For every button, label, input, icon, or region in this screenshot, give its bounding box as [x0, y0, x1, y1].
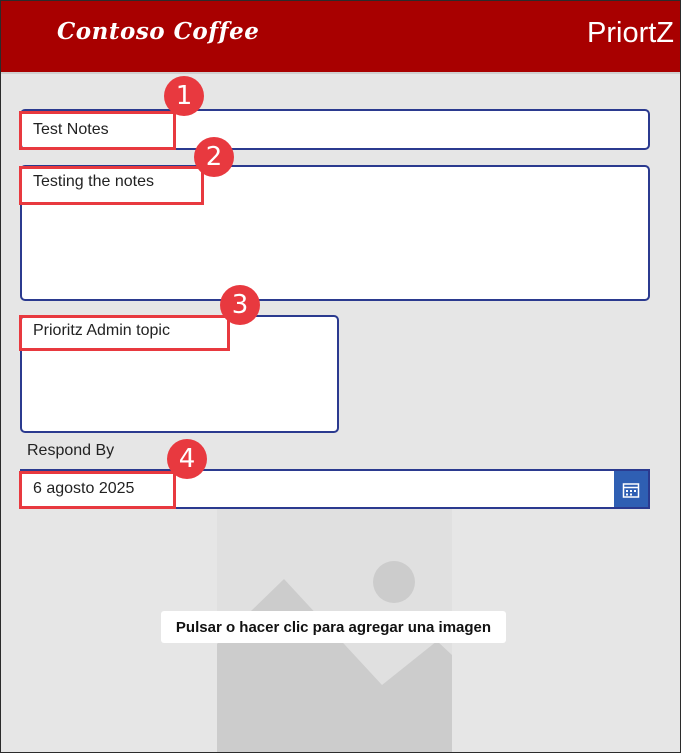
- screen-title: PriortZ: [587, 17, 674, 49]
- annotation-badge-2: 2: [194, 137, 234, 177]
- annotation-box-1: [19, 111, 176, 150]
- annotation-box-2: [19, 166, 204, 205]
- app-header: Contoso Coffee PriortZ: [1, 1, 680, 74]
- calendar-button[interactable]: [614, 471, 648, 507]
- annotation-box-4: [19, 471, 176, 509]
- annotation-box-3: [19, 315, 230, 351]
- contoso-coffee-logo: Contoso Coffee: [57, 18, 260, 45]
- annotation-badge-1: 1: [164, 76, 204, 116]
- respond-by-label: Respond By: [27, 442, 115, 459]
- annotation-badge-4: 4: [167, 439, 207, 479]
- annotation-badge-3: 3: [220, 285, 260, 325]
- add-image-hint[interactable]: Pulsar o hacer clic para agregar una ima…: [161, 611, 506, 643]
- app-screen: Contoso Coffee PriortZ Test Notes Testin…: [0, 0, 681, 753]
- calendar-icon: [622, 483, 640, 498]
